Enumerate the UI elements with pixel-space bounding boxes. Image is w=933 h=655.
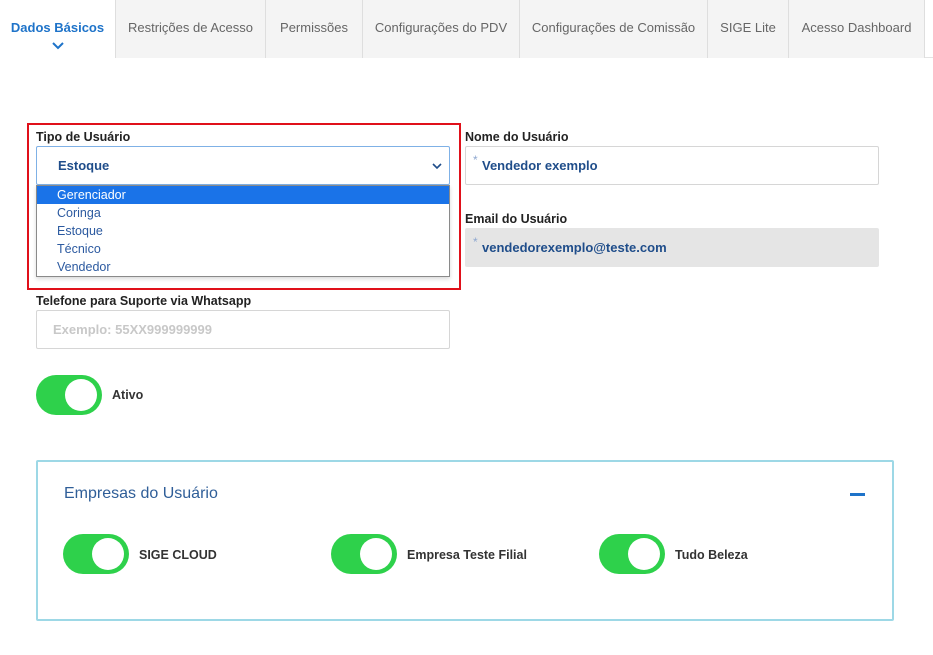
tab-permissoes[interactable]: Permissões	[265, 0, 362, 58]
company-toggle-empresa-teste-filial[interactable]	[331, 534, 397, 574]
dropdown-option-tecnico[interactable]: Técnico	[37, 240, 449, 258]
required-mark: *	[473, 235, 478, 249]
company-toggle-tudo-beleza[interactable]	[599, 534, 665, 574]
company-label-tudo-beleza: Tudo Beleza	[675, 548, 748, 562]
company-toggle-sige-cloud[interactable]	[63, 534, 129, 574]
tab-label: Dados Básicos	[10, 20, 105, 35]
tab-configuracoes-do-pdv[interactable]: Configurações do PDV	[362, 0, 519, 58]
user-type-dropdown: Gerenciador Coringa Estoque Técnico Vend…	[36, 185, 450, 277]
company-label-sige-cloud: SIGE CLOUD	[139, 548, 217, 562]
user-email-value: vendedorexemplo@teste.com	[482, 240, 667, 255]
dropdown-option-estoque[interactable]: Estoque	[37, 222, 449, 240]
tab-label: SIGE Lite	[720, 20, 776, 35]
tab-acesso-dashboard[interactable]: Acesso Dashboard	[788, 0, 925, 58]
tab-sige-lite[interactable]: SIGE Lite	[707, 0, 788, 58]
dropdown-option-coringa[interactable]: Coringa	[37, 204, 449, 222]
active-toggle-label: Ativo	[112, 388, 144, 402]
user-type-select[interactable]: Estoque	[36, 146, 450, 185]
active-toggle[interactable]	[36, 375, 102, 415]
toggle-knob	[92, 538, 124, 570]
companies-panel: Empresas do Usuário SIGE CLOUD Empresa T…	[36, 460, 894, 621]
user-name-value: Vendedor exemplo	[482, 158, 598, 173]
user-type-label: Tipo de Usuário	[36, 130, 131, 144]
tab-label: Configurações do PDV	[374, 20, 508, 35]
toggle-knob	[360, 538, 392, 570]
collapse-icon[interactable]	[850, 493, 865, 496]
user-type-selected-value: Estoque	[58, 158, 110, 173]
dropdown-option-vendedor[interactable]: Vendedor	[37, 258, 449, 276]
tab-restricoes-de-acesso[interactable]: Restrições de Acesso	[115, 0, 265, 58]
toggle-knob	[628, 538, 660, 570]
tab-label: Acesso Dashboard	[801, 20, 912, 35]
dropdown-option-gerenciador[interactable]: Gerenciador	[37, 186, 449, 204]
tab-label: Restrições de Acesso	[127, 20, 253, 35]
tab-dados-basicos[interactable]: Dados Básicos	[0, 0, 115, 58]
user-email-label: Email do Usuário	[465, 212, 568, 226]
chevron-down-icon	[431, 161, 443, 171]
user-email-input: * vendedorexemplo@teste.com	[465, 228, 879, 267]
whatsapp-placeholder: Exemplo: 55XX999999999	[53, 322, 212, 337]
chevron-down-icon	[51, 41, 65, 51]
companies-panel-title: Empresas do Usuário	[64, 485, 218, 502]
user-name-label: Nome do Usuário	[465, 130, 569, 144]
toggle-knob	[65, 379, 97, 411]
tab-configuracoes-de-comissao[interactable]: Configurações de Comissão	[519, 0, 707, 58]
whatsapp-input[interactable]: Exemplo: 55XX999999999	[36, 310, 450, 349]
company-label-empresa-teste-filial: Empresa Teste Filial	[407, 548, 527, 562]
required-mark: *	[473, 153, 478, 167]
tab-bar: Dados Básicos Restrições de Acesso Permi…	[0, 0, 933, 58]
user-name-input[interactable]: * Vendedor exemplo	[465, 146, 879, 185]
whatsapp-label: Telefone para Suporte via Whatsapp	[36, 294, 252, 308]
tab-label: Configurações de Comissão	[531, 20, 696, 35]
tab-label: Permissões	[280, 20, 348, 35]
